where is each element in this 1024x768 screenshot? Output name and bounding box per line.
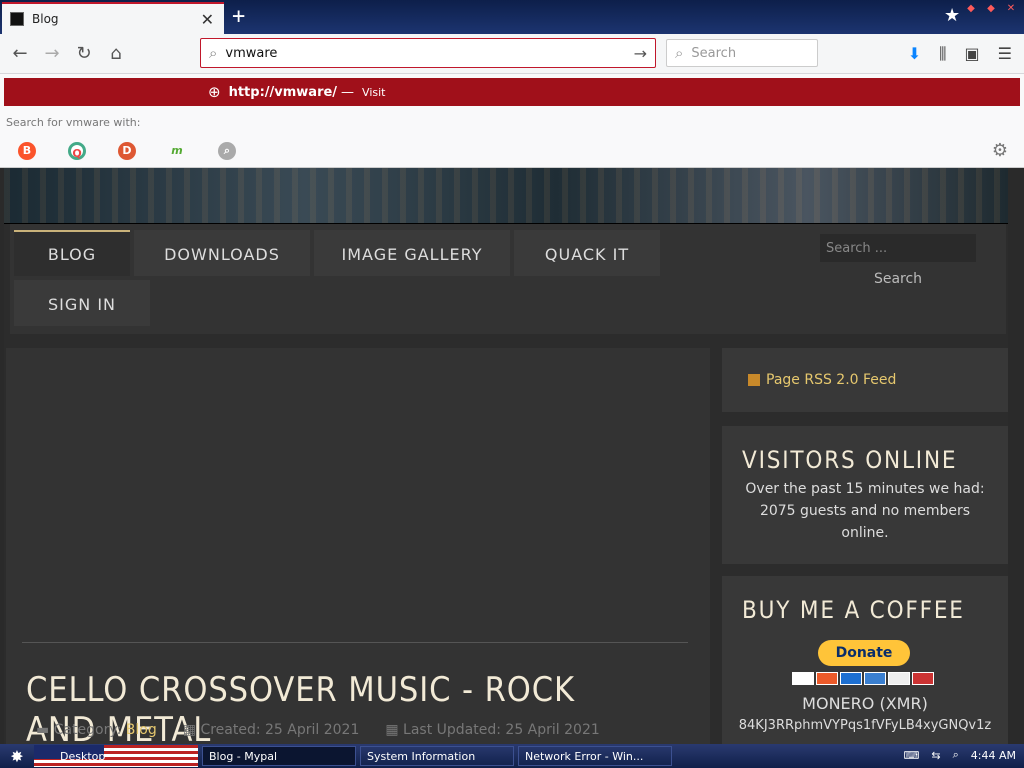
article-title[interactable]: CELLO CROSSOVER MUSIC - ROCK AND METAL [26,670,642,750]
site-banner [4,168,1008,224]
go-arrow-icon[interactable]: → [634,44,647,63]
close-tab-icon[interactable]: ✕ [201,10,214,29]
url-input[interactable]: ⌕ vmware → [200,38,656,68]
visitors-title: VISITORS ONLINE [742,446,958,474]
updated-meta: ▦ Last Updated: 25 April 2021 [385,722,600,738]
site-search-input[interactable]: Search ... [820,234,976,262]
monero-label: MONERO (XMR) [802,694,928,713]
visitors-module: VISITORS ONLINE Over the past 15 minutes… [722,426,1008,564]
library-icon[interactable]: ⫼ [939,44,946,64]
menu-sign-in[interactable]: SIGN IN [14,280,150,326]
menu-image-gallery[interactable]: IMAGE GALLERY [314,230,510,276]
created-date: Created: 25 April 2021 [200,722,360,738]
coffee-title: BUY ME A COFFEE [742,596,965,624]
category-link[interactable]: Blog [126,722,157,738]
visa-icon [792,672,814,685]
coffee-module: BUY ME A COFFEE Donate MONERO (XMR) 84KJ… [722,576,1008,744]
payment-cards [792,672,934,685]
desktop-task[interactable]: Desktop [34,745,198,767]
search-icon[interactable]: ⌕ [953,748,959,762]
url-value: vmware [225,45,278,61]
site-favicon-icon [10,12,24,26]
donate-button[interactable]: Donate [818,640,910,666]
reload-button[interactable]: ↻ [72,42,96,66]
maestro-icon [840,672,862,685]
created-meta: ▦ Created: 25 April 2021 [182,722,360,738]
maximize-icon[interactable]: ◆ [984,3,998,17]
menu-icon[interactable]: ☰ [998,44,1012,64]
menu-downloads[interactable]: DOWNLOADS [134,230,310,276]
site-search-button[interactable]: Search [864,266,932,292]
new-tab-button[interactable]: + [232,4,245,29]
start-button[interactable]: ✸ [0,747,34,766]
monero-address[interactable]: 84KJ3RRphmVYPqs1fVFyLB4xyGNQv1z [722,718,1008,733]
task-network-error-label: Network Error - Win... [525,749,644,763]
qwant-engine-icon[interactable]: Q [68,142,86,160]
sidebar-icon[interactable]: ▣ [965,44,980,64]
network-icon[interactable]: ⇆ [931,749,940,762]
system-tray: ⌨ ⇆ ⌕ 4:44 AM [904,748,1017,762]
suggestion-dash: — [341,84,355,100]
article: CELLO CROSSOVER MUSIC - ROCK AND METAL ▬… [6,348,710,750]
menu-quack-it[interactable]: QUACK IT [514,230,660,276]
back-button[interactable]: ← [8,42,32,66]
tab-title: Blog [32,12,59,26]
task-system-info[interactable]: System Information [360,746,514,766]
discover-icon [888,672,910,685]
browser-search-input[interactable]: ⌕ Search [666,39,818,67]
suggestion-url: http://vmware/ [228,84,338,100]
task-blog-label: Blog - Mypal [209,749,278,763]
tab-blog[interactable]: Blog ✕ [2,2,224,34]
mojeek-engine-icon[interactable]: m [168,142,186,160]
category-meta: ▬ Category: Blog [36,722,157,738]
site-menu: BLOG DOWNLOADS IMAGE GALLERY QUACK IT SI… [10,224,1006,334]
article-meta: ▬ Category: Blog ▦ Created: 25 April 202… [36,722,600,738]
task-network-error[interactable]: Network Error - Win... [518,746,672,766]
star-icon: ★ [944,5,961,26]
jcb-icon [912,672,934,685]
search-icon: ⌕ [675,44,684,62]
toolbar-icons: ⬇ ⫼ ▣ ☰ [908,44,1012,64]
brave-engine-icon[interactable]: B [18,142,36,160]
visitors-text: Over the past 15 minutes we had: 2075 gu… [745,481,985,541]
globe-icon: ⊕ [208,83,221,101]
taskbar: ✸ Desktop Blog - Mypal System Informatio… [0,744,1024,768]
search-engines: B Q D m ⌕ [18,142,236,160]
category-label: Category: [53,722,122,738]
suggestion-visit[interactable]: ⊕ http://vmware/ — Visit [4,78,1020,106]
duckduckgo-engine-icon[interactable]: D [118,142,136,160]
search-placeholder: Search [691,45,737,61]
keyboard-icon[interactable]: ⌨ [904,749,920,762]
tab-bar: Blog ✕ + ★ ◆ ◆ ✕ [0,0,1024,34]
menu-blog[interactable]: BLOG [14,230,130,276]
close-window-icon[interactable]: ✕ [1004,3,1018,17]
rss-module: Page RSS 2.0 Feed [722,348,1008,412]
rss-icon [748,374,760,386]
search-for-label: Search for vmware with: [6,116,141,129]
forward-button[interactable]: → [40,42,64,66]
gear-icon[interactable]: ⚙ [992,140,1008,161]
suggestion-action: Visit [362,85,386,99]
mastercard-icon [816,672,838,685]
nav-bar: ← → ↻ ⌂ ⌕ vmware → ⌕ Search ⬇ ⫼ ▣ ☰ [0,34,1024,74]
task-blog[interactable]: Blog - Mypal [202,746,356,766]
window-controls: ◆ ◆ ✕ [964,3,1018,17]
desktop-task-label: Desktop [60,750,106,763]
divider [22,642,688,643]
clock[interactable]: 4:44 AM [971,749,1016,762]
site-content: BLOG DOWNLOADS IMAGE GALLERY QUACK IT SI… [4,224,1008,750]
minimize-icon[interactable]: ◆ [964,3,978,17]
updated-date: Last Updated: 25 April 2021 [403,722,600,738]
rss-link[interactable]: Page RSS 2.0 Feed [766,372,896,388]
url-suggestions: ⊕ http://vmware/ — Visit Search for vmwa… [0,74,1024,168]
task-system-info-label: System Information [367,749,476,763]
home-button[interactable]: ⌂ [104,42,128,66]
search-icon: ⌕ [209,44,218,62]
search-engine-icon[interactable]: ⌕ [218,142,236,160]
amex-icon [864,672,886,685]
download-icon[interactable]: ⬇ [908,44,921,64]
